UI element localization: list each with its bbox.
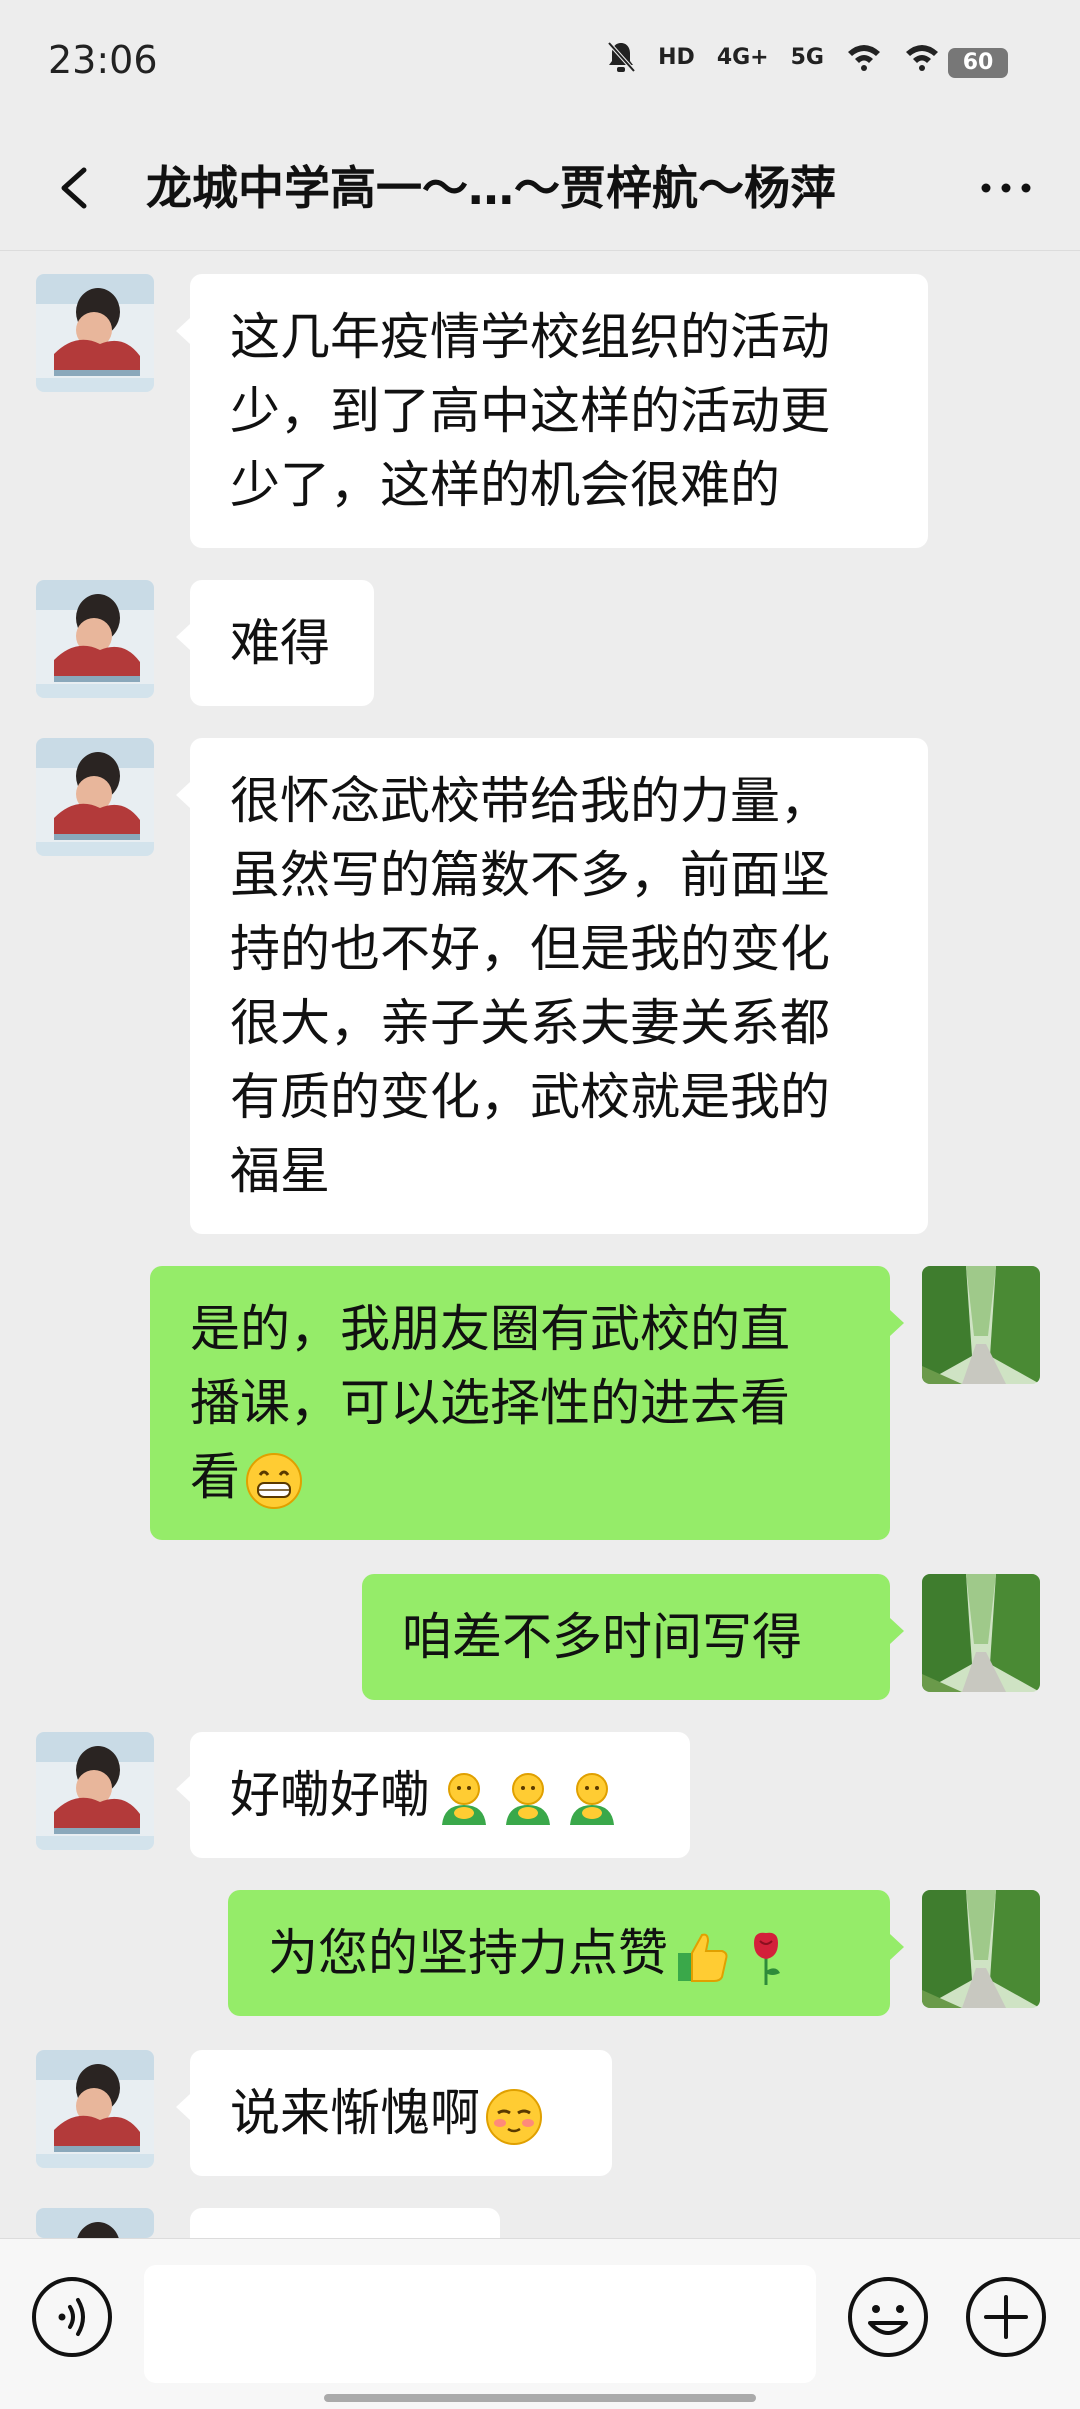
- message-text: 福星: [230, 1142, 330, 1200]
- status-bar: 23:06 HD 4G+ 5G 60: [0, 0, 1080, 128]
- bow-emoji: [570, 1772, 614, 1825]
- bubble-tail: [176, 2094, 190, 2120]
- home-indicator: [324, 2394, 756, 2402]
- rose-emoji: [754, 1932, 780, 1985]
- contact-avatar[interactable]: [36, 738, 154, 856]
- signal-4g-icon: 4G+: [716, 44, 769, 70]
- my-avatar[interactable]: [922, 1574, 1040, 1692]
- incoming-message-bubble[interactable]: 难得: [190, 580, 374, 706]
- bubble-tail: [176, 624, 190, 650]
- contact-avatar[interactable]: [36, 274, 154, 392]
- message-text: 很大，亲子关系夫妻关系都: [230, 994, 830, 1052]
- bow-emoji: [442, 1772, 486, 1825]
- voice-icon[interactable]: [30, 2275, 114, 2359]
- message-text-line: 好嘞好嘞: [230, 1758, 650, 1832]
- message-text: 这几年疫情学校组织的活动: [230, 308, 830, 366]
- message-text: 咱差不多时间写得: [402, 1608, 802, 1666]
- bow-emoji: [506, 1772, 550, 1825]
- incoming-message-bubble[interactable]: 这几年疫情学校组织的活动 少，到了高中这样的活动更 少了，这样的机会很难的: [190, 274, 928, 548]
- message-text: 持的也不好，但是我的变化: [230, 920, 830, 978]
- message-text-line: 为您的坚持力点赞: [268, 1916, 850, 1990]
- input-bar: [0, 2238, 1080, 2409]
- message-text: 看: [190, 1448, 240, 1506]
- more-icon[interactable]: [968, 150, 1044, 226]
- shy-emoji: [486, 2088, 542, 2145]
- message-text: 有质的变化，武校就是我的: [230, 1068, 830, 1126]
- bubble-tail: [890, 1934, 904, 1960]
- status-icons: HD 4G+ 5G: [606, 40, 940, 74]
- outgoing-message-bubble[interactable]: 咱差不多时间写得: [362, 1574, 890, 1700]
- message-text-line: 有质的变化，武校就是我的: [230, 1060, 888, 1134]
- thumbs-up-emoji: [678, 1933, 728, 1982]
- message-input[interactable]: [144, 2265, 816, 2383]
- chat-title: 龙城中学高一～…～贾梓航～杨萍: [146, 161, 836, 215]
- message-text: 少，到了高中这样的活动更: [230, 382, 830, 440]
- wifi-calling-icon: [848, 45, 880, 71]
- wifi-icon: [906, 45, 938, 71]
- signal-5g-icon: 5G: [790, 44, 824, 70]
- chevron-left-icon[interactable]: [40, 150, 116, 226]
- message-text: 难得: [230, 614, 330, 672]
- incoming-message-bubble[interactable]: 很怀念武校带给我的力量， 虽然写的篇数不多，前面坚 持的也不好，但是我的变化 很大，亲…: [190, 738, 928, 1234]
- grin-emoji: [246, 1452, 302, 1509]
- message-text-line: 少，到了高中这样的活动更: [230, 374, 888, 448]
- chat-header: 龙城中学高一～…～贾梓航～杨萍: [0, 128, 1080, 251]
- message-text-line: 很怀念武校带给我的力量，: [230, 764, 888, 838]
- bubble-tail: [176, 318, 190, 344]
- outgoing-message-bubble[interactable]: 为您的坚持力点赞: [228, 1890, 890, 2016]
- message-text-line: 咱差不多时间写得: [402, 1600, 850, 1674]
- contact-avatar[interactable]: [36, 580, 154, 698]
- message-text-line: 看: [190, 1440, 850, 1514]
- my-avatar[interactable]: [922, 1266, 1040, 1384]
- message-text-line: 持的也不好，但是我的变化: [230, 912, 888, 986]
- my-avatar[interactable]: [922, 1890, 1040, 2008]
- message-text: 说来惭愧啊: [230, 2084, 480, 2142]
- message-text: 少了，这样的机会很难的: [230, 456, 780, 514]
- bubble-tail: [176, 782, 190, 808]
- outgoing-message-bubble[interactable]: 是的，我朋友圈有武校的直 播课，可以选择性的进去看看: [150, 1266, 890, 1540]
- status-time: 23:06: [48, 38, 158, 82]
- bubble-tail: [890, 1310, 904, 1336]
- bubble-tail: [890, 1618, 904, 1644]
- message-text: 为您的坚持力点赞: [268, 1924, 668, 1982]
- contact-avatar[interactable]: [36, 2050, 154, 2168]
- message-text-line: 是的，我朋友圈有武校的直: [190, 1292, 850, 1366]
- emoji-icon[interactable]: [846, 2275, 930, 2359]
- message-text-line: 难得: [230, 606, 334, 680]
- incoming-message-bubble[interactable]: 说来惭愧啊: [190, 2050, 612, 2176]
- incoming-message-bubble[interactable]: 好嘞好嘞: [190, 1732, 690, 1858]
- message-text: 虽然写的篇数不多，前面坚: [230, 846, 830, 904]
- message-text-line: 这几年疫情学校组织的活动: [230, 300, 888, 374]
- message-text: 播课，可以选择性的进去看: [190, 1374, 790, 1432]
- message-text-line: 福星: [230, 1134, 888, 1208]
- message-text-line: 很大，亲子关系夫妻关系都: [230, 986, 888, 1060]
- message-text: 好嘞好嘞: [230, 1766, 430, 1824]
- message-text-line: 虽然写的篇数不多，前面坚: [230, 838, 888, 912]
- plus-icon[interactable]: [964, 2275, 1048, 2359]
- hd-icon: HD: [658, 44, 695, 70]
- contact-avatar[interactable]: [36, 1732, 154, 1850]
- battery-indicator: 60: [948, 48, 1008, 78]
- message-text-line: 少了，这样的机会很难的: [230, 448, 888, 522]
- message-text-line: 播课，可以选择性的进去看: [190, 1366, 850, 1440]
- bell-off-icon: [607, 41, 636, 73]
- message-text: 很怀念武校带给我的力量，: [230, 772, 830, 830]
- bubble-tail: [176, 1776, 190, 1802]
- message-text-line: 说来惭愧啊: [230, 2076, 572, 2150]
- message-text: 是的，我朋友圈有武校的直: [190, 1300, 790, 1358]
- contact-avatar[interactable]: [36, 2208, 154, 2238]
- incoming-message-bubble[interactable]: [190, 2208, 500, 2238]
